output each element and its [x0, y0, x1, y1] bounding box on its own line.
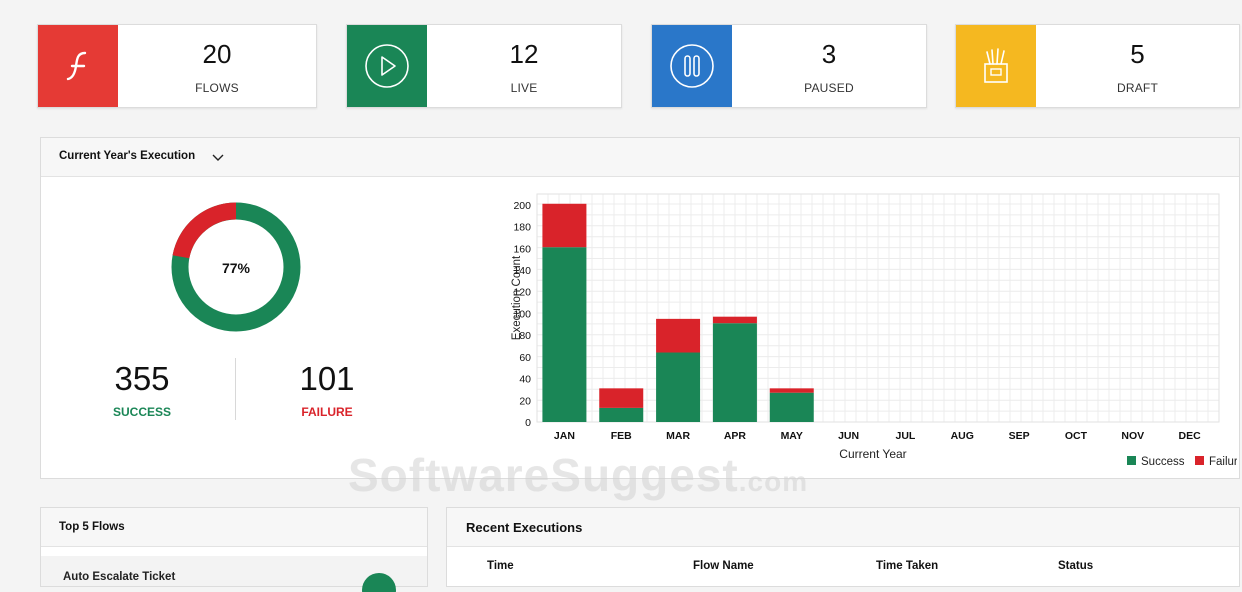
- chevron-down-icon[interactable]: [211, 150, 225, 164]
- success-count: 355: [114, 360, 170, 397]
- x-tick-label: DEC: [1178, 430, 1201, 442]
- column-header-status[interactable]: Status: [1058, 560, 1093, 572]
- stat-card-draft[interactable]: 5 DRAFT: [955, 24, 1240, 108]
- execution-bar-chart: 020406080100120140160180200JAN FEB MAR APR M…: [511, 193, 1237, 468]
- top-flows-header: Top 5 Flows: [41, 508, 427, 547]
- live-label: LIVE: [510, 81, 538, 95]
- stat-card-flows[interactable]: 20 FLOWS: [37, 24, 317, 108]
- y-tick-label: 160: [513, 243, 531, 255]
- x-tick-label: OCT: [1065, 430, 1088, 442]
- bar-failure-jan: [542, 203, 587, 248]
- paused-count: 3: [821, 39, 837, 69]
- bar-failure-apr: [712, 316, 757, 324]
- y-tick-label: 0: [525, 417, 531, 429]
- bar-success-jan: [542, 247, 587, 422]
- y-axis-label: Execution Count: [511, 255, 523, 340]
- live-count: 12: [509, 39, 539, 69]
- stat-card-live[interactable]: 12 LIVE: [346, 24, 622, 108]
- column-header-flow-name[interactable]: Flow Name: [693, 560, 754, 572]
- recent-executions-title: Recent Executions: [466, 520, 583, 535]
- recent-executions-panel: Recent Executions Time Flow Name Time Ta…: [446, 507, 1240, 587]
- recent-executions-header: Recent Executions: [447, 508, 1239, 547]
- flow-item[interactable]: Auto Escalate Ticket: [41, 556, 427, 592]
- y-tick-label: 200: [513, 200, 531, 212]
- bar-failure-mar: [656, 318, 701, 353]
- x-tick-label: APR: [724, 430, 747, 442]
- paused-label: PAUSED: [804, 81, 854, 95]
- execution-title: Current Year's Execution: [59, 150, 196, 162]
- legend-label-failure: Failure: [1209, 456, 1237, 468]
- x-tick-label: SEP: [1009, 430, 1030, 442]
- execution-panel-header: Current Year's Execution: [41, 138, 1239, 177]
- bar-failure-feb: [599, 388, 644, 408]
- y-tick-label: 60: [519, 352, 531, 364]
- flows-tile: [38, 25, 118, 107]
- legend-swatch-success: [1127, 456, 1136, 465]
- donut-percent: 77%: [222, 260, 251, 276]
- stat-card-paused[interactable]: 3 PAUSED: [651, 24, 927, 108]
- x-tick-label: JUL: [895, 430, 915, 442]
- y-tick-label: 180: [513, 222, 531, 234]
- play-icon: [365, 44, 409, 88]
- draft-tile: [956, 25, 1036, 107]
- x-tick-label: MAY: [781, 430, 803, 442]
- live-tile: [347, 25, 427, 107]
- draft-icon: [984, 48, 1008, 83]
- bar-success-may: [769, 392, 814, 422]
- pause-icon: [670, 44, 714, 88]
- flow-item-name: Auto Escalate Ticket: [63, 571, 176, 583]
- draft-label: DRAFT: [1117, 81, 1158, 95]
- x-tick-label: NOV: [1121, 430, 1144, 442]
- x-tick-label: FEB: [611, 430, 632, 442]
- draft-count: 5: [1130, 39, 1145, 69]
- x-tick-label: JAN: [554, 430, 575, 442]
- y-tick-label: 20: [519, 395, 531, 407]
- success-label: SUCCESS: [112, 405, 171, 419]
- flows-label: FLOWS: [195, 81, 239, 95]
- stats-divider: [235, 358, 236, 420]
- failure-count: 101: [299, 360, 355, 397]
- column-header-time[interactable]: Time: [487, 560, 514, 572]
- top-flows-title: Top 5 Flows: [59, 521, 125, 533]
- bar-success-mar: [656, 352, 701, 422]
- bar-success-apr: [712, 323, 757, 422]
- bar-failure-may: [769, 388, 814, 393]
- flash-icon: [66, 51, 87, 81]
- legend-swatch-failure: [1195, 456, 1204, 465]
- paused-tile: [652, 25, 732, 107]
- x-tick-label: AUG: [951, 430, 974, 442]
- bar-success-feb: [599, 407, 644, 422]
- execution-panel: Current Year's Execution 77% 355 SUCCESS…: [40, 137, 1240, 479]
- success-donut: 77%: [171, 202, 301, 332]
- flow-item-indicator: [362, 573, 396, 592]
- x-axis-label: Current Year: [839, 447, 906, 461]
- column-header-time-taken[interactable]: Time Taken: [876, 560, 938, 572]
- x-tick-label: MAR: [666, 430, 690, 442]
- top-flows-panel: Top 5 Flows Auto Escalate Ticket: [40, 507, 428, 592]
- x-tick-label: JUN: [838, 430, 859, 442]
- legend-label-success: Success: [1141, 456, 1185, 468]
- y-tick-label: 40: [519, 374, 531, 386]
- flows-count: 20: [202, 39, 232, 69]
- failure-label: FAILURE: [301, 405, 353, 419]
